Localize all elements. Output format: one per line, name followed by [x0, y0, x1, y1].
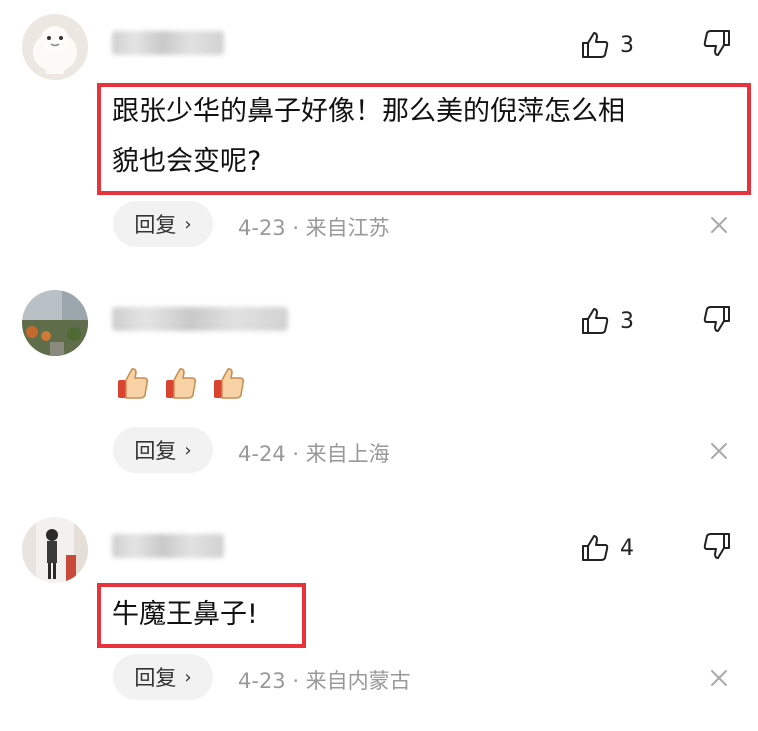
chevron-right-icon: ›: [184, 439, 192, 461]
thumbs-up-emoji: [118, 368, 148, 399]
like-button[interactable]: 3: [580, 26, 634, 64]
close-icon[interactable]: [707, 439, 731, 463]
reply-button[interactable]: 回复 ›: [113, 201, 213, 247]
comment-text: 跟张少华的鼻子好像！那么美的倪萍怎么相: [112, 96, 625, 127]
thumbs-up-icon: [582, 535, 609, 561]
username-blurred[interactable]: [112, 534, 224, 558]
comment-item: 3 跟张少华的鼻子好像！那么美的倪萍怎么相 貌也会变呢? 回复 › 4-23 ·…: [0, 0, 758, 247]
comment-item: 4 牛魔王鼻子! 回复 › 4-23 · 来自内蒙古: [0, 503, 758, 731]
thumbs-up-icon: [582, 308, 609, 334]
username-blurred[interactable]: [112, 31, 224, 55]
chevron-right-icon: ›: [184, 213, 192, 235]
avatar[interactable]: [22, 290, 88, 356]
avatar[interactable]: [22, 517, 88, 583]
thumbs-up-emoji: [166, 368, 196, 399]
comment-text: 牛魔王鼻子!: [112, 599, 258, 630]
like-count: 4: [620, 535, 634, 561]
comment-text-line2: 貌也会变呢?: [112, 146, 262, 177]
chevron-right-icon: ›: [184, 666, 192, 688]
avatar[interactable]: [22, 14, 88, 80]
like-count: 3: [620, 308, 634, 334]
thumbs-up-icon: [582, 32, 609, 58]
comment-meta: 4-23 · 来自内蒙古: [238, 669, 411, 693]
like-count: 3: [620, 32, 634, 58]
reply-button[interactable]: 回复 ›: [113, 654, 213, 700]
comment-item: 3 回复 › 4-24 · 来自上海: [0, 276, 758, 504]
thumbs-up-emoji: [214, 368, 244, 399]
reply-label: 回复: [134, 213, 177, 237]
reply-button[interactable]: 回复 ›: [113, 427, 213, 473]
close-icon[interactable]: [707, 213, 731, 237]
reply-label: 回复: [134, 666, 177, 690]
thumbs-down-icon[interactable]: [700, 302, 734, 336]
thumbs-down-icon[interactable]: [700, 26, 734, 60]
username-blurred[interactable]: [112, 307, 288, 331]
comment-meta: 4-23 · 来自江苏: [238, 216, 390, 240]
comment-meta: 4-24 · 来自上海: [238, 442, 390, 466]
like-button[interactable]: 3: [580, 302, 634, 340]
close-icon[interactable]: [707, 666, 731, 690]
like-button[interactable]: 4: [580, 529, 634, 567]
reply-label: 回复: [134, 439, 177, 463]
emoji-row: [114, 364, 248, 402]
thumbs-down-icon[interactable]: [700, 529, 734, 563]
